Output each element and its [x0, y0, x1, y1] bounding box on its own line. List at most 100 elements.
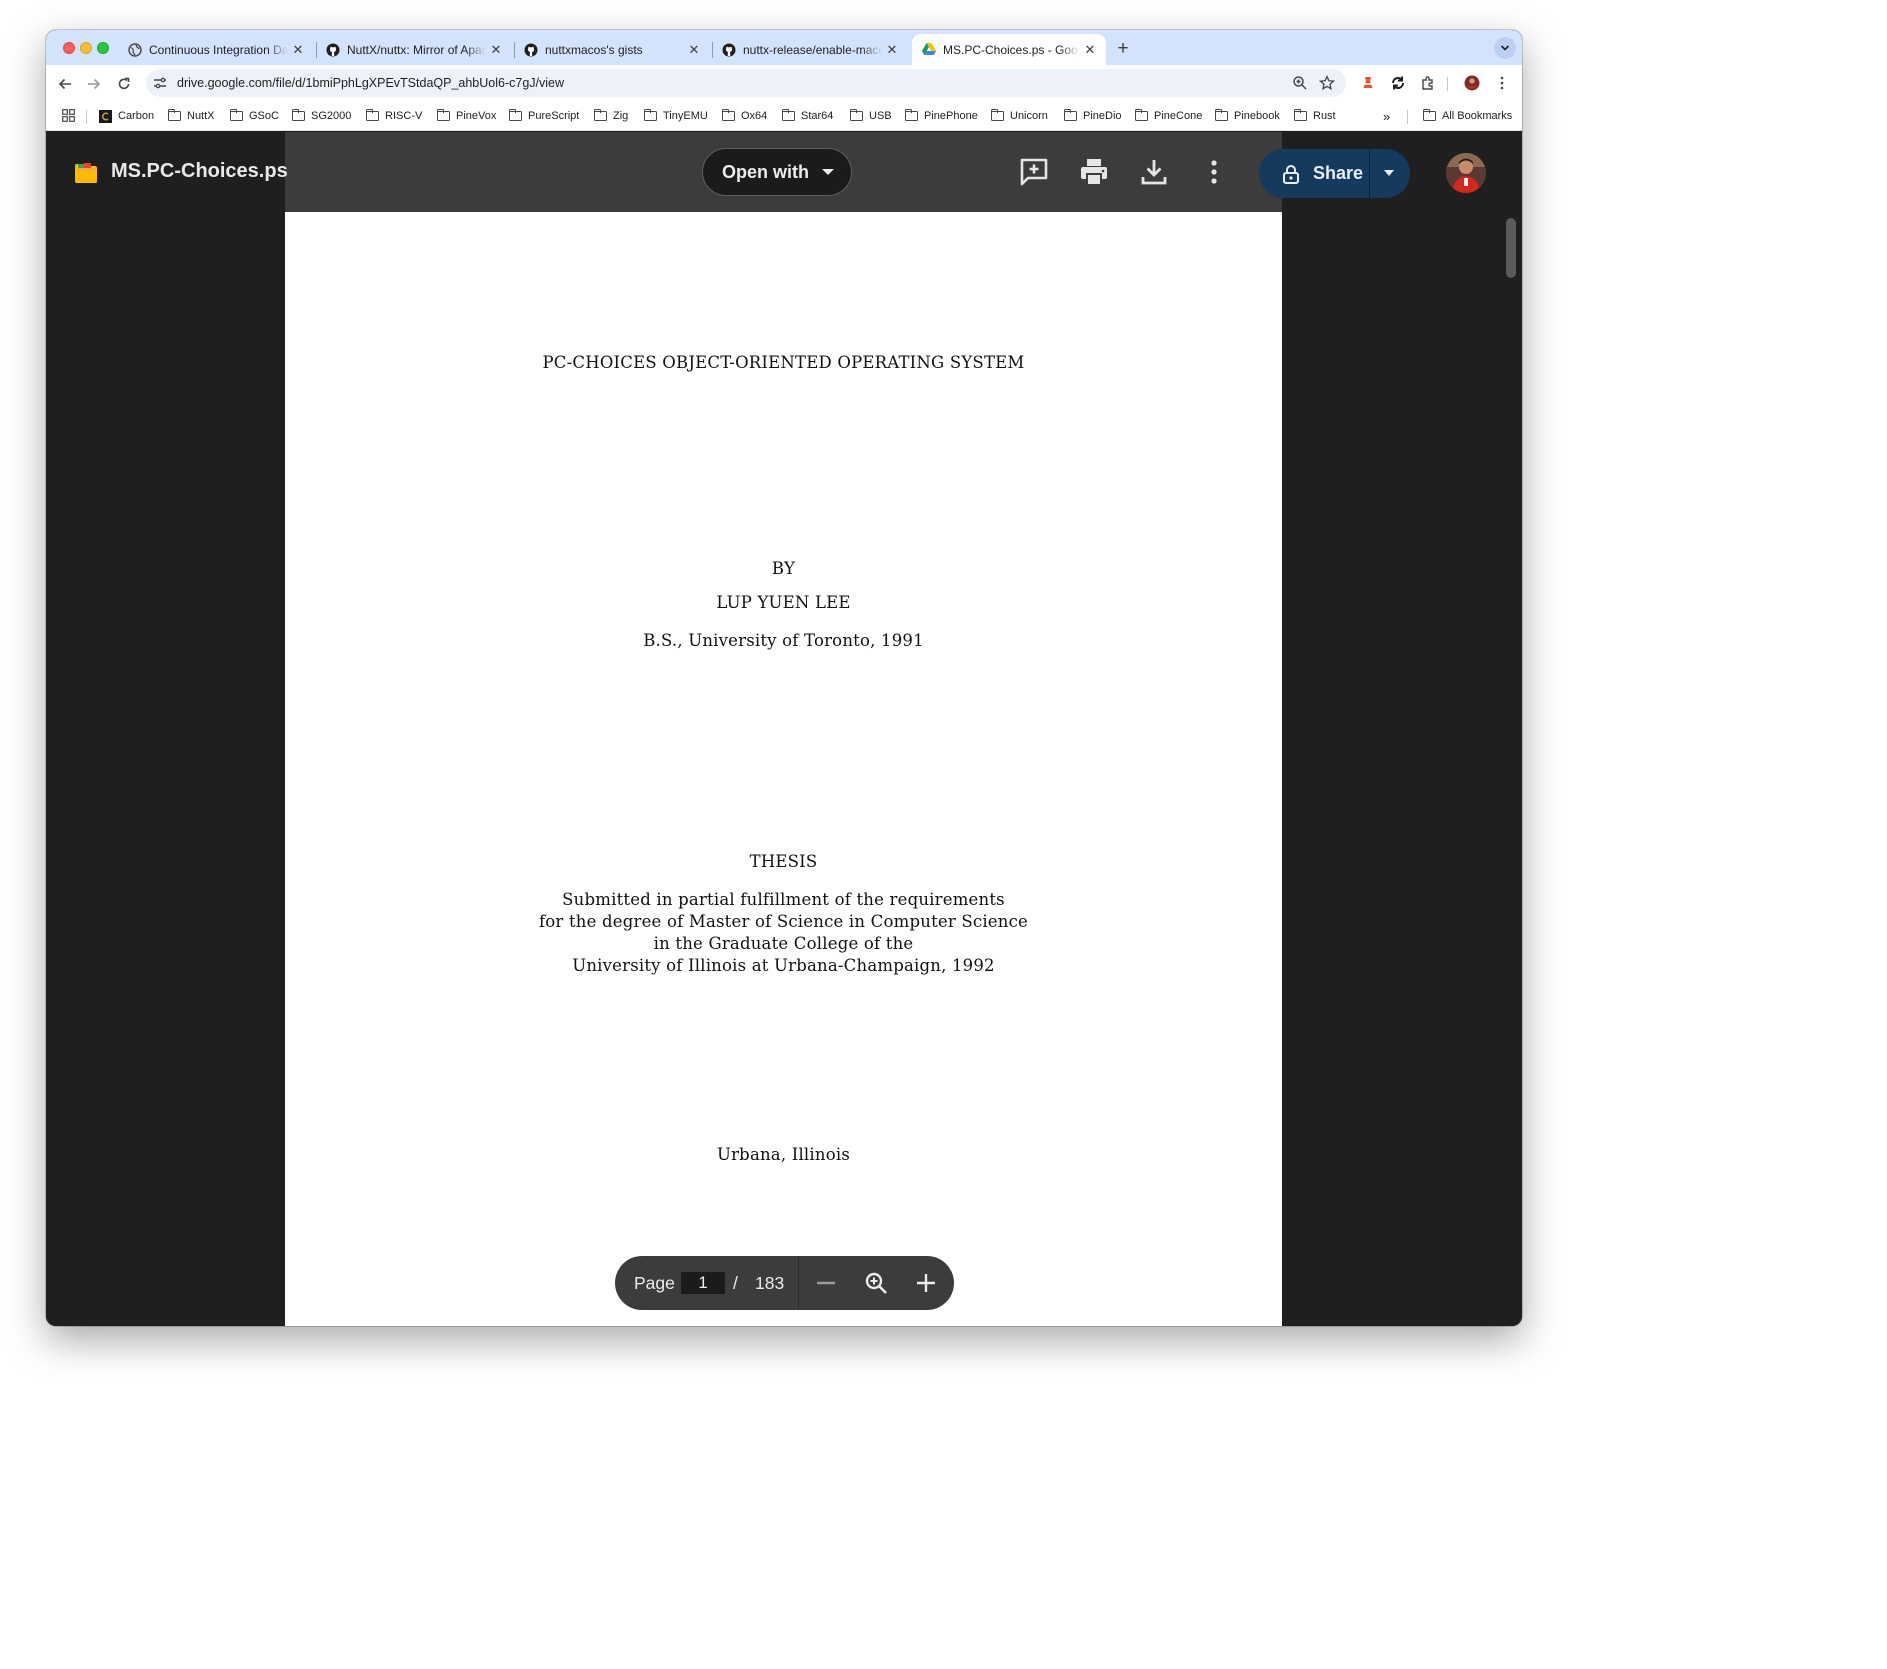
tab-title: NuttX/nuttx: Mirror of Apache NuttX [347, 42, 486, 57]
bookmark-folder-unicorn[interactable]: Unicorn [990, 108, 1048, 124]
zoom-in-icon[interactable] [914, 1271, 938, 1295]
file-type-icon [75, 163, 97, 183]
bookmark-label: PureScript [528, 110, 580, 122]
bookmark-folder-pinevox[interactable]: PineVox [436, 108, 496, 124]
bookmark-folder-pinecone[interactable]: PineCone [1134, 108, 1203, 124]
puzzle-icon[interactable] [1420, 75, 1436, 91]
bookmark-star-icon[interactable] [1319, 75, 1335, 91]
close-window-button[interactable] [63, 42, 75, 54]
bookmark-label: RISC-V [385, 110, 423, 122]
download-icon[interactable] [1138, 156, 1170, 188]
bookmark-folder-nuttx[interactable]: NuttX [167, 108, 215, 124]
back-button[interactable] [54, 73, 76, 95]
tab-google-drive[interactable]: MS.PC-Choices.ps - Google Drive ✕ [912, 34, 1106, 65]
more-actions-icon[interactable] [1198, 156, 1230, 188]
bookmark-folder-risc-v[interactable]: RISC-V [365, 108, 423, 124]
share-button[interactable]: Share [1259, 149, 1410, 198]
share-options-dropdown-icon[interactable] [1384, 170, 1394, 176]
dropdown-arrow-icon [822, 169, 834, 175]
tab-nuttx-repo[interactable]: NuttX/nuttx: Mirror of Apache NuttX ✕ [316, 34, 512, 65]
url-text[interactable]: drive.google.com/file/d/1bmiPphLgXPEvTSt… [177, 76, 564, 90]
file-name: MS.PC-Choices.ps [111, 160, 288, 182]
zoom-window-button[interactable] [97, 42, 109, 54]
zoom-fit-icon[interactable] [864, 1271, 888, 1295]
carbon-favicon-icon [99, 109, 112, 123]
document-page: PC-CHOICES OBJECT-ORIENTED OPERATING SYS… [285, 212, 1282, 1326]
arrow-right-icon [88, 78, 101, 90]
bookmark-folder-sg2000[interactable]: SG2000 [291, 108, 351, 124]
bookmark-label: TinyEMU [663, 110, 708, 122]
folder-icon [781, 108, 795, 121]
more-vert-icon[interactable] [1494, 75, 1510, 91]
bookmark-folder-rust[interactable]: Rust [1293, 108, 1336, 124]
page-number-input[interactable] [681, 1272, 725, 1294]
forward-button[interactable] [83, 73, 105, 95]
bookmark-label: Ox64 [741, 110, 768, 122]
folder-icon [1134, 108, 1148, 121]
sync-extension-icon[interactable] [1390, 75, 1406, 91]
profile-avatar[interactable] [1464, 75, 1480, 91]
all-bookmarks-button[interactable]: All Bookmarks [1422, 108, 1513, 124]
page-navigation-bar: Page / 183 [615, 1256, 954, 1310]
place: Urbana, Illinois [716, 1145, 850, 1164]
bookmark-folder-gsoc[interactable]: GSoC [229, 108, 279, 124]
close-icon[interactable]: ✕ [486, 42, 506, 58]
folder-icon [1422, 108, 1436, 121]
bookmark-folder-usb[interactable]: USB [849, 108, 892, 124]
bookmark-folder-ox64[interactable]: Ox64 [721, 108, 768, 124]
folder-icon [990, 108, 1004, 121]
folder-icon [167, 108, 181, 121]
tab-ci-dashboard[interactable]: Continuous Integration Dashboard ✕ [118, 34, 314, 65]
zoom-icon[interactable] [1292, 75, 1308, 91]
bookmark-divider [86, 110, 87, 124]
vertical-scrollbar[interactable] [1506, 218, 1516, 278]
bookmark-folder-pinebook[interactable]: Pinebook [1214, 108, 1280, 124]
statement-line: for the degree of Master of Science in C… [538, 912, 1029, 931]
close-icon[interactable]: ✕ [1080, 42, 1100, 58]
print-icon[interactable] [1078, 156, 1110, 188]
close-icon[interactable]: ✕ [288, 42, 308, 58]
tab-title: MS.PC-Choices.ps - Google Drive [943, 42, 1080, 57]
account-avatar[interactable] [1446, 153, 1486, 193]
bookmark-folder-star64[interactable]: Star64 [781, 108, 834, 124]
github-icon [326, 43, 340, 57]
page-bar-divider [798, 1256, 799, 1310]
bookmark-folder-tinyemu[interactable]: TinyEMU [643, 108, 708, 124]
close-icon[interactable]: ✕ [684, 42, 704, 58]
site-info-icon[interactable] [152, 75, 168, 91]
tab-nuttx-release[interactable]: nuttx-release/enable-macos-windows ✕ [712, 34, 908, 65]
page-total: 183 [755, 1273, 785, 1293]
tab-search-button[interactable] [1494, 37, 1516, 59]
apps-grid-icon[interactable] [62, 109, 75, 122]
browser-window: Continuous Integration Dashboard ✕ NuttX… [46, 30, 1522, 1326]
bookmark-label: All Bookmarks [1442, 110, 1513, 122]
bookmark-carbon[interactable]: Carbon [99, 108, 154, 124]
bookmark-folder-pinephone[interactable]: PinePhone [904, 108, 978, 124]
bookmark-label: PineCone [1154, 110, 1203, 122]
statement-line: University of Illinois at Urbana-Champai… [572, 956, 995, 975]
folder-icon [508, 108, 522, 121]
drive-file-viewer: MS.PC-Choices.ps Open with Share PC-CHOI… [46, 132, 1522, 1326]
add-comment-icon[interactable] [1018, 156, 1050, 188]
open-with-label: Open with [722, 161, 809, 182]
page-label: Page [634, 1273, 675, 1293]
bookmark-folder-pinedio[interactable]: PineDio [1063, 108, 1122, 124]
tab-nuttxmacos-gists[interactable]: nuttxmacos's gists ✕ [514, 34, 710, 65]
bookmark-label: Star64 [801, 110, 834, 122]
bookmark-folder-purescript[interactable]: PureScript [508, 108, 580, 124]
open-with-button[interactable]: Open with [702, 148, 852, 196]
bookmark-folder-zig[interactable]: Zig [593, 108, 629, 124]
extension-icon[interactable] [1360, 75, 1376, 91]
bookmark-label: USB [869, 110, 892, 122]
address-bar[interactable]: drive.google.com/file/d/1bmiPphLgXPEvTSt… [146, 69, 1346, 97]
folder-icon [593, 108, 607, 121]
bookmark-label: Zig [613, 110, 629, 122]
reload-button[interactable] [113, 73, 135, 95]
new-tab-button[interactable]: + [1112, 38, 1134, 60]
close-icon[interactable]: ✕ [882, 42, 902, 58]
zoom-out-icon[interactable] [814, 1271, 838, 1295]
folder-icon [365, 108, 379, 121]
minimize-window-button[interactable] [80, 42, 92, 54]
share-label: Share [1313, 163, 1364, 183]
bookmarks-overflow-button[interactable]: » [1383, 108, 1390, 124]
